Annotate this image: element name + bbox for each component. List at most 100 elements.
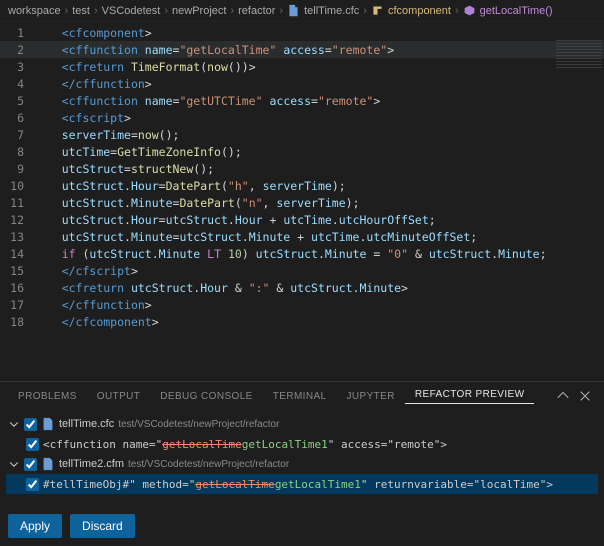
crumb-vscodetest[interactable]: VSCodetest — [102, 5, 161, 17]
tab-jupyter[interactable]: JUPYTER — [337, 391, 405, 402]
crumb-test[interactable]: test — [72, 5, 90, 17]
line-number: 11 — [0, 196, 34, 210]
editor-line[interactable]: 1 <cfcomponent> — [0, 24, 604, 41]
tab-refactor-preview[interactable]: REFACTOR PREVIEW — [405, 389, 535, 404]
line-number: 9 — [0, 162, 34, 176]
breadcrumb: workspace › test › VSCodetest › newProje… — [0, 0, 604, 22]
line-code: utcStruct.Hour=DatePart("h", serverTime)… — [34, 179, 346, 193]
line-code: utcStruct.Minute=DatePart("n", serverTim… — [34, 196, 360, 210]
line-code: </cffunction> — [34, 298, 152, 312]
line-code: <cffunction name="getLocalTime" access="… — [34, 43, 394, 57]
editor-line[interactable]: 6 <cfscript> — [0, 109, 604, 126]
symbol-method-icon — [463, 4, 476, 17]
editor-line[interactable]: 5 <cffunction name="getUTCTime" access="… — [0, 92, 604, 109]
crumb-newproject[interactable]: newProject — [172, 5, 226, 17]
line-code: utcStruct.Hour=utcStruct.Hour + utcTime.… — [34, 213, 436, 227]
editor-line[interactable]: 3 <cfreturn TimeFormat(now())> — [0, 58, 604, 75]
line-number: 16 — [0, 281, 34, 295]
line-code: utcStruct=structNew(); — [34, 162, 214, 176]
chevron-down-icon[interactable] — [8, 418, 20, 430]
discard-button[interactable]: Discard — [70, 514, 135, 538]
editor-line[interactable]: 16 <cfreturn utcStruct.Hour & ":" & utcS… — [0, 279, 604, 296]
crumb-component[interactable]: cfcomponent — [388, 5, 451, 17]
editor-line[interactable]: 9 utcStruct=structNew(); — [0, 160, 604, 177]
breadcrumb-separator: › — [94, 5, 98, 17]
line-number: 10 — [0, 179, 34, 193]
refactor-preview: tellTime.cfc test/VSCodetest/newProject/… — [0, 410, 604, 504]
preview-change-checkbox[interactable] — [26, 478, 39, 491]
panel-tab-bar: PROBLEMS OUTPUT DEBUG CONSOLE TERMINAL J… — [0, 382, 604, 410]
apply-button[interactable]: Apply — [8, 514, 62, 538]
symbol-class-icon — [371, 4, 384, 17]
line-code: </cfcomponent> — [34, 315, 159, 329]
tab-terminal[interactable]: TERMINAL — [263, 391, 337, 402]
tab-debug-console[interactable]: DEBUG CONSOLE — [150, 391, 262, 402]
line-number: 12 — [0, 213, 34, 227]
code-editor[interactable]: 1 <cfcomponent>2 <cffunction name="getLo… — [0, 22, 604, 340]
line-code: </cffunction> — [34, 77, 152, 91]
refactor-actions: Apply Discard — [0, 504, 604, 546]
editor-line[interactable]: 13 utcStruct.Minute=utcStruct.Minute + u… — [0, 228, 604, 245]
editor-line[interactable]: 2 <cffunction name="getLocalTime" access… — [0, 41, 604, 58]
preview-file-path: test/VSCodetest/newProject/refactor — [128, 459, 289, 470]
preview-file-checkbox[interactable] — [24, 458, 37, 471]
line-code: utcTime=GetTimeZoneInfo(); — [34, 145, 242, 159]
preview-change-snippet: <cffunction name="getLocalTimegetLocalTi… — [43, 438, 447, 451]
panel-close-icon[interactable] — [574, 389, 596, 403]
preview-file-row[interactable]: tellTime.cfc test/VSCodetest/newProject/… — [6, 414, 598, 434]
editor-line[interactable]: 4 </cffunction> — [0, 75, 604, 92]
line-code: </cfscript> — [34, 264, 138, 278]
line-code: serverTime=now(); — [34, 128, 179, 142]
file-icon — [41, 417, 55, 431]
editor-line[interactable]: 8 utcTime=GetTimeZoneInfo(); — [0, 143, 604, 160]
preview-file-row[interactable]: tellTime2.cfm test/VSCodetest/newProject… — [6, 454, 598, 474]
breadcrumb-separator: › — [230, 5, 234, 17]
chevron-down-icon[interactable] — [8, 458, 20, 470]
line-code: <cfscript> — [34, 111, 131, 125]
minimap[interactable] — [556, 40, 602, 70]
breadcrumb-separator: › — [164, 5, 168, 17]
line-code: <cfcomponent> — [34, 26, 152, 40]
tab-output[interactable]: OUTPUT — [87, 391, 151, 402]
editor-line[interactable]: 15 </cfscript> — [0, 262, 604, 279]
crumb-workspace[interactable]: workspace — [8, 5, 61, 17]
line-number: 6 — [0, 111, 34, 125]
editor-line[interactable]: 10 utcStruct.Hour=DatePart("h", serverTi… — [0, 177, 604, 194]
line-number: 15 — [0, 264, 34, 278]
line-number: 18 — [0, 315, 34, 329]
crumb-refactor[interactable]: refactor — [238, 5, 275, 17]
line-number: 2 — [0, 43, 34, 57]
line-code: utcStruct.Minute=utcStruct.Minute + utcT… — [34, 230, 477, 244]
line-number: 17 — [0, 298, 34, 312]
line-code: <cfreturn utcStruct.Hour & ":" & utcStru… — [34, 281, 408, 295]
panel-maximize-icon[interactable] — [552, 389, 574, 403]
file-icon — [287, 4, 300, 17]
bottom-panel: PROBLEMS OUTPUT DEBUG CONSOLE TERMINAL J… — [0, 381, 604, 546]
line-number: 7 — [0, 128, 34, 142]
editor-line[interactable]: 17 </cffunction> — [0, 296, 604, 313]
preview-file-checkbox[interactable] — [24, 418, 37, 431]
preview-change-row[interactable]: <cffunction name="getLocalTimegetLocalTi… — [6, 434, 598, 454]
line-number: 1 — [0, 26, 34, 40]
breadcrumb-separator: › — [363, 5, 367, 17]
editor-line[interactable]: 14 if (utcStruct.Minute LT 10) utcStruct… — [0, 245, 604, 262]
editor-line[interactable]: 7 serverTime=now(); — [0, 126, 604, 143]
preview-file-name: tellTime.cfc — [59, 418, 114, 430]
preview-change-row[interactable]: #tellTimeObj#" method="getLocalTimegetLo… — [6, 474, 598, 494]
line-number: 4 — [0, 77, 34, 91]
crumb-file[interactable]: tellTime.cfc — [304, 5, 359, 17]
editor-line[interactable]: 12 utcStruct.Hour=utcStruct.Hour + utcTi… — [0, 211, 604, 228]
preview-file-name: tellTime2.cfm — [59, 458, 124, 470]
breadcrumb-separator: › — [279, 5, 283, 17]
tab-problems[interactable]: PROBLEMS — [8, 391, 87, 402]
editor-line[interactable]: 18 </cfcomponent> — [0, 313, 604, 330]
editor-line[interactable]: 11 utcStruct.Minute=DatePart("n", server… — [0, 194, 604, 211]
preview-change-checkbox[interactable] — [26, 438, 39, 451]
line-number: 8 — [0, 145, 34, 159]
line-code: <cfreturn TimeFormat(now())> — [34, 60, 256, 74]
preview-change-snippet: #tellTimeObj#" method="getLocalTimegetLo… — [43, 478, 553, 491]
breadcrumb-separator: › — [65, 5, 69, 17]
line-code: <cffunction name="getUTCTime" access="re… — [34, 94, 380, 108]
crumb-method[interactable]: getLocalTime() — [480, 5, 553, 17]
line-code: if (utcStruct.Minute LT 10) utcStruct.Mi… — [34, 247, 547, 261]
